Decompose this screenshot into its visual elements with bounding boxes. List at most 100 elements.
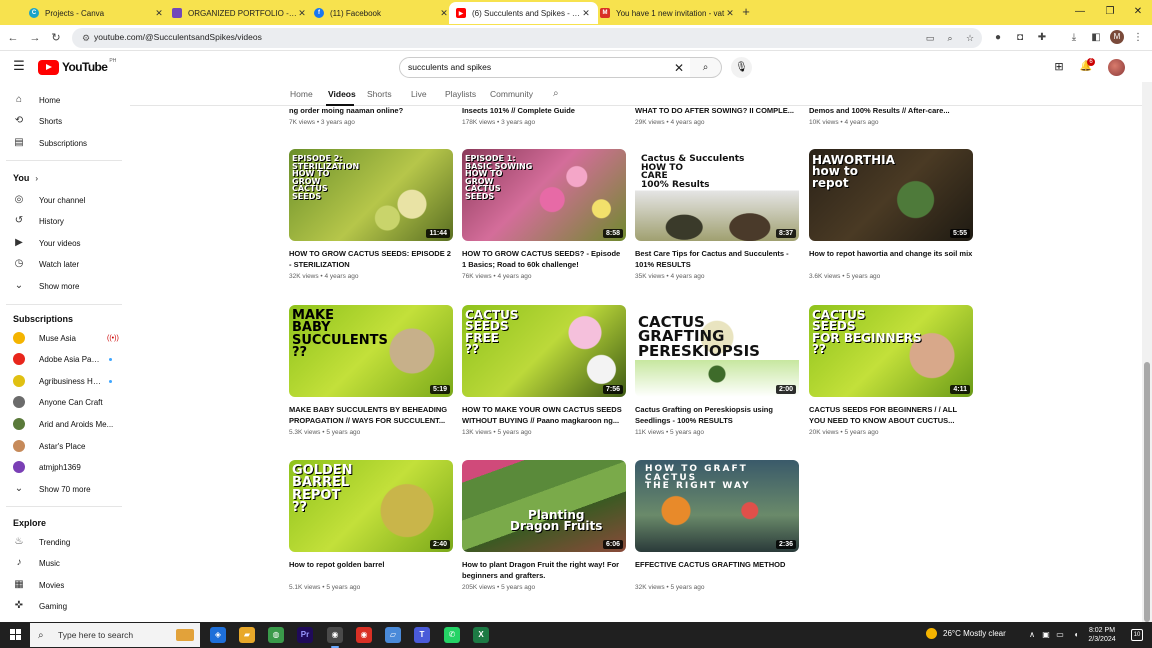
tab-community[interactable]: Community — [490, 89, 533, 99]
tab-playlists[interactable]: Playlists — [445, 89, 476, 99]
search-input[interactable] — [408, 62, 668, 72]
sidebar-item-watch-later[interactable]: ◷ Watch later — [0, 254, 126, 274]
youtube-logo[interactable]: YouTube PH — [38, 58, 116, 75]
forward-button[interactable]: → — [27, 30, 43, 46]
search-button[interactable]: ⌕ — [690, 57, 722, 78]
subscription-item[interactable]: Arid and Aroids Me... — [0, 414, 126, 434]
video-card[interactable]: EPISODE 1: BASIC SOWING HOW TO GROW CACT… — [462, 149, 626, 280]
video-card[interactable]: HOW TO GRAFT CACTUS THE RIGHT WAY 2:36 E… — [635, 460, 799, 591]
sidebar-item-subscriptions[interactable]: ▤ Subscriptions — [0, 133, 126, 153]
browser-tab-canva[interactable]: C Projects - Canva ✕ — [22, 2, 171, 24]
network-icon[interactable]: ▭ — [1054, 629, 1066, 641]
install-app-icon[interactable]: ▭ — [924, 32, 936, 44]
video-card[interactable]: HAWORTHIA how to repot 5:55 How to repot… — [809, 149, 973, 280]
close-icon[interactable]: ✕ — [297, 8, 307, 19]
premiere-pro-icon[interactable]: Pr — [297, 627, 313, 643]
sidebar-item-your-channel[interactable]: ◎ Your channel — [0, 190, 126, 210]
notification-center-button[interactable]: 10 — [1131, 629, 1143, 641]
video-card[interactable]: GOLDEN BARREL REPOT ?? 2:40 How to repot… — [289, 460, 453, 591]
sidebar-item-shorts[interactable]: ⟲ Shorts — [0, 111, 126, 131]
video-title[interactable]: ng order moing naaman online? — [289, 106, 453, 117]
sidebar-item-trending[interactable]: ♨ Trending — [0, 532, 126, 552]
extensions-puzzle-icon[interactable]: ✚ — [1034, 30, 1050, 46]
side-panel-icon[interactable]: ◧ — [1088, 30, 1104, 46]
whatsapp-icon[interactable]: ✆ — [444, 627, 460, 643]
video-title[interactable]: EFFECTIVE CACTUS GRAFTING METHOD — [635, 560, 799, 582]
teams-icon[interactable]: T — [414, 627, 430, 643]
app-icon[interactable]: ▱ — [385, 627, 401, 643]
video-title[interactable]: HOW TO MAKE YOUR OWN CACTUS SEEDS WITHOU… — [462, 405, 626, 427]
subscription-item[interactable]: Anyone Can Craft — [0, 392, 126, 412]
video-title[interactable]: CACTUS SEEDS FOR BEGINNERS / / ALL YOU N… — [809, 405, 973, 427]
new-tab-button[interactable]: + — [739, 5, 753, 19]
video-card[interactable]: Planting Dragon Fruits 6:06 How to plant… — [462, 460, 626, 591]
sidebar-item-music[interactable]: ♪ Music — [0, 553, 126, 573]
video-title[interactable]: Best Care Tips for Cactus and Succulents… — [635, 249, 799, 271]
video-title[interactable]: WHAT TO DO AFTER SOWING? II COMPLE... — [635, 106, 799, 117]
video-thumbnail[interactable]: Cactus & Succulents HOW TO CARE 100% Res… — [635, 149, 799, 241]
sidebar-item-gaming[interactable]: ✜ Gaming — [0, 596, 126, 616]
video-title[interactable]: How to plant Dragon Fruit the right way!… — [462, 560, 626, 582]
video-thumbnail[interactable]: GOLDEN BARREL REPOT ?? 2:40 — [289, 460, 453, 552]
chrome-icon[interactable]: ◉ — [327, 627, 343, 648]
back-button[interactable]: ← — [5, 30, 21, 46]
app-icon[interactable]: ◍ — [268, 627, 284, 643]
video-title[interactable]: Cactus Grafting on Pereskiopsis using Se… — [635, 405, 799, 427]
close-icon[interactable]: ✕ — [725, 8, 735, 19]
subscription-item[interactable]: atmjph1369 — [0, 457, 126, 477]
clear-search-icon[interactable]: ✕ — [672, 61, 686, 75]
bookmark-star-icon[interactable]: ☆ — [964, 32, 976, 44]
video-thumbnail[interactable]: EPISODE 2: STERILIZATION HOW TO GROW CAC… — [289, 149, 453, 241]
page-scrollbar[interactable] — [1142, 82, 1152, 622]
sidebar-item-home[interactable]: ⌂ Home — [0, 90, 126, 110]
sidebar-you-header[interactable]: You › — [0, 168, 126, 188]
close-window-button[interactable]: ✕ — [1130, 4, 1146, 20]
sidebar-item-show-more[interactable]: ⌄ Show more — [0, 276, 126, 296]
tab-shorts[interactable]: Shorts — [367, 89, 392, 99]
video-card[interactable]: EPISODE 2: STERILIZATION HOW TO GROW CAC… — [289, 149, 453, 280]
browser-profile-avatar[interactable]: M — [1110, 30, 1124, 44]
video-thumbnail[interactable]: CACTUS SEEDS FOR BEGINNERS ?? 4:11 — [809, 305, 973, 397]
task-view-icon[interactable]: ◈ — [210, 627, 226, 643]
extension-icon[interactable]: ● — [990, 30, 1006, 46]
download-icon[interactable]: ⤓ — [1066, 30, 1082, 46]
file-explorer-icon[interactable]: ▰ — [239, 627, 255, 643]
excel-icon[interactable]: X — [473, 627, 489, 643]
video-thumbnail[interactable]: Planting Dragon Fruits 6:06 — [462, 460, 626, 552]
tab-live[interactable]: Live — [411, 89, 427, 99]
browser-tab-gmail[interactable]: M You have 1 new invitation - vat ✕ — [593, 2, 742, 24]
tray-up-arrow-icon[interactable]: ∧ — [1026, 629, 1038, 641]
video-title[interactable]: How to repot hawortia and change its soi… — [809, 249, 973, 271]
video-card[interactable]: CACTUS GRAFTING PERESKIOPSIS 2:00 Cactus… — [635, 305, 799, 436]
video-card[interactable]: Demos and 100% Results // After-care... … — [809, 106, 973, 126]
video-thumbnail[interactable]: EPISODE 1: BASIC SOWING HOW TO GROW CACT… — [462, 149, 626, 241]
video-thumbnail[interactable]: HAWORTHIA how to repot 5:55 — [809, 149, 973, 241]
sidebar-item-your-videos[interactable]: ▶ Your videos — [0, 233, 126, 253]
tab-home[interactable]: Home — [290, 89, 313, 99]
subscription-item[interactable]: Muse Asia ((•)) — [0, 328, 126, 348]
video-thumbnail[interactable]: CACTUS SEEDS FREE ?? 7:56 — [462, 305, 626, 397]
tray-icon[interactable]: ▣ — [1040, 629, 1052, 641]
video-title[interactable]: Insects 101% // Complete Guide — [462, 106, 626, 117]
extension-icon[interactable]: ◘ — [1012, 30, 1028, 46]
video-card[interactable]: ng order moing naaman online? 7K views •… — [289, 106, 453, 126]
subscription-item[interactable]: Agribusiness Ho... — [0, 371, 126, 391]
scrollbar-thumb[interactable] — [1144, 362, 1150, 622]
video-card[interactable]: MAKE BABY SUCCULENTS ?? 5:19 MAKE BABY S… — [289, 305, 453, 436]
subscription-item[interactable]: Adobe Asia Paci... — [0, 349, 126, 369]
video-title[interactable]: Demos and 100% Results // After-care... — [809, 106, 973, 117]
sidebar-item-movies[interactable]: ▦ Movies — [0, 575, 126, 595]
video-card[interactable]: Insects 101% // Complete Guide 178K view… — [462, 106, 626, 126]
subscription-item[interactable]: Astar's Place — [0, 436, 126, 456]
sidebar-item-show-more-subs[interactable]: ⌄ Show 70 more — [0, 479, 126, 499]
site-info-icon[interactable]: ⚙ — [80, 32, 92, 44]
taskbar-search[interactable]: ⌕ Type here to search — [30, 623, 200, 647]
video-thumbnail[interactable]: HOW TO GRAFT CACTUS THE RIGHT WAY 2:36 — [635, 460, 799, 552]
reload-button[interactable]: ↻ — [48, 30, 64, 46]
browser-tab-portfolio[interactable]: ORGANIZED PORTFOLIO - Web ✕ — [165, 2, 314, 24]
account-avatar[interactable] — [1108, 59, 1125, 76]
video-card[interactable]: CACTUS SEEDS FREE ?? 7:56 HOW TO MAKE YO… — [462, 305, 626, 436]
address-bar[interactable]: ⚙ youtube.com/@SucculentsandSpikes/video… — [72, 28, 982, 48]
zoom-icon[interactable]: ⌕ — [944, 32, 956, 44]
channel-search-icon[interactable]: ⌕ — [553, 88, 565, 100]
